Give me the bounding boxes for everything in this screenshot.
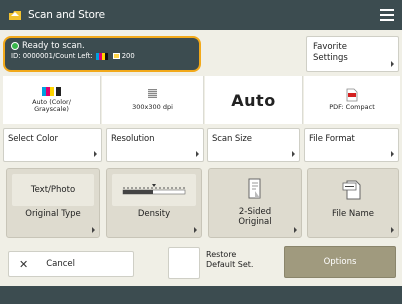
resolution-button[interactable]: Resolution (106, 128, 204, 162)
status-count-text: 200 (121, 52, 135, 60)
arrow-icon (391, 61, 394, 67)
toner-level-icon (95, 52, 108, 60)
select-color-label: Select Color (8, 134, 58, 144)
restore-default-button[interactable] (168, 247, 200, 279)
options-button[interactable]: Options (284, 246, 396, 278)
cancel-button[interactable]: ✕ Cancel (8, 251, 134, 277)
file-name-label: File Name (331, 209, 374, 219)
two-sided-line2: Original (238, 217, 272, 227)
status-detail-text: ID: 0000001/Count Left: (11, 52, 93, 60)
current-file-format-cell: PDF: Compact (304, 76, 400, 124)
app-title: Scan and Store (28, 9, 105, 21)
two-sided-line1: 2-Sided (238, 207, 272, 217)
arrow-icon (196, 151, 199, 157)
current-file-format-text: PDF: Compact (329, 103, 375, 112)
current-settings-row: Auto (Color/ Grayscale) 300x300 dpi Auto… (0, 76, 402, 124)
folder-scan-icon (8, 8, 22, 22)
original-type-preview: Text/Photo (12, 174, 94, 206)
current-color-cell: Auto (Color/ Grayscale) (3, 76, 101, 124)
favorite-settings-line1: Favorite (313, 42, 347, 52)
file-name-preview (313, 174, 393, 206)
arrow-icon (92, 227, 95, 233)
density-button[interactable]: Density (106, 168, 202, 238)
current-resolution-text: 300x300 dpi (132, 102, 173, 111)
density-label: Density (137, 209, 171, 219)
cancel-label: Cancel (46, 259, 76, 269)
current-resolution-cell: 300x300 dpi (102, 76, 204, 124)
scan-size-label: Scan Size (212, 134, 252, 144)
options-label: Options (323, 257, 357, 267)
close-icon: ✕ (19, 257, 29, 271)
original-type-button[interactable]: Text/Photo Original Type (6, 168, 100, 238)
arrow-icon (391, 151, 394, 157)
file-format-button[interactable]: File Format (304, 128, 399, 162)
status-panel: Ready to scan. ID: 0000001/Count Left: 2… (3, 36, 201, 72)
original-type-label: Original Type (25, 209, 81, 219)
density-scale-icon (119, 182, 189, 199)
file-name-icon (342, 178, 364, 203)
current-scan-size-text: Auto (231, 90, 276, 110)
favorite-settings-line2: Settings (313, 53, 348, 63)
ready-indicator-icon (11, 42, 19, 50)
file-format-label: File Format (309, 134, 355, 144)
pdf-file-icon (346, 88, 358, 102)
restore-default-label: Restore Default Set. (206, 250, 254, 269)
arrow-icon (194, 227, 197, 233)
bottom-bar (0, 286, 402, 304)
two-sided-original-button[interactable]: 2-Sided Original (208, 168, 302, 238)
menu-button[interactable] (378, 6, 396, 24)
original-type-preview-text: Text/Photo (30, 185, 76, 195)
color-toner-icon (42, 86, 61, 96)
current-color-line2: Grayscale) (34, 105, 69, 113)
status-ready-text: Ready to scan. (22, 41, 85, 51)
current-scan-size-cell: Auto (205, 76, 303, 124)
resolution-icon (148, 88, 157, 98)
two-sided-preview (214, 174, 296, 206)
arrow-icon (294, 227, 297, 233)
arrow-icon (292, 151, 295, 157)
resolution-label: Resolution (111, 134, 155, 144)
arrow-icon (391, 227, 394, 233)
scan-size-button[interactable]: Scan Size (207, 128, 300, 162)
file-name-button[interactable]: File Name (307, 168, 399, 238)
density-preview (112, 174, 196, 206)
select-color-button[interactable]: Select Color (3, 128, 102, 162)
menu-icon (380, 9, 394, 11)
two-sided-page-icon (246, 178, 264, 203)
paper-icon (112, 53, 120, 59)
title-bar: Scan and Store (0, 0, 402, 30)
favorite-settings-button[interactable]: Favorite Settings (306, 36, 399, 72)
arrow-icon (94, 151, 97, 157)
